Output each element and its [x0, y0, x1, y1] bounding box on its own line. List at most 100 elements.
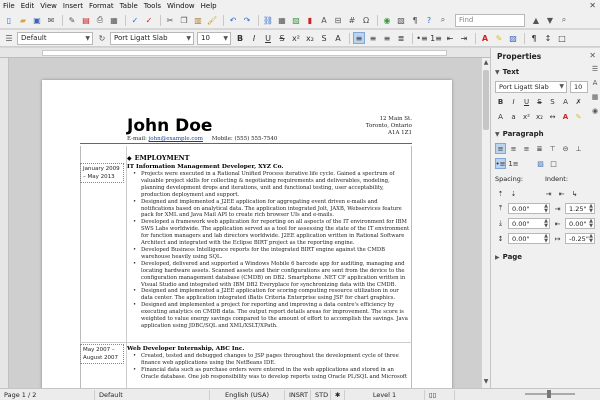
insert-mode-indicator[interactable]: INSRT: [285, 389, 311, 400]
close-document-icon[interactable]: ✕: [589, 1, 596, 10]
strikethrough-icon[interactable]: S: [534, 96, 545, 107]
paragraph-section-header[interactable]: ▼ Paragraph: [491, 127, 600, 141]
page-style-indicator[interactable]: Default: [95, 389, 210, 400]
spin-arrows-icon[interactable]: ▲ ▼: [544, 204, 548, 214]
highlight-icon[interactable]: ✎: [573, 111, 584, 122]
outline-icon[interactable]: A: [560, 96, 571, 107]
font-size-select[interactable]: 10 ▼: [197, 31, 231, 45]
align-center-icon[interactable]: ≡: [508, 143, 519, 154]
menu-edit[interactable]: Edit: [21, 2, 35, 10]
update-style-icon[interactable]: ↻: [96, 32, 108, 44]
subscript-icon[interactable]: x₂: [534, 111, 545, 122]
find-next-icon[interactable]: ▼: [544, 14, 556, 26]
clone-formatting-icon[interactable]: 🖌: [206, 14, 218, 26]
font-name-select[interactable]: Port Ligatt Slab ▼: [110, 31, 194, 45]
spellcheck-icon[interactable]: ✓: [129, 14, 141, 26]
first-line-input[interactable]: -0.25" ▲ ▼: [565, 233, 595, 244]
page-section-header[interactable]: ▶ Page: [491, 250, 600, 264]
find-previous-icon[interactable]: ▲: [530, 14, 542, 26]
scroll-up-icon[interactable]: ▲: [482, 59, 490, 67]
increase-font-icon[interactable]: A: [495, 111, 506, 122]
font-color-icon[interactable]: A: [560, 111, 571, 122]
spin-arrows-icon[interactable]: ▲ ▼: [589, 204, 593, 214]
line-spacing-input[interactable]: 0.00" ▲ ▼: [508, 233, 550, 244]
char-spacing-icon[interactable]: ↔: [547, 111, 558, 122]
print-icon[interactable]: ⎙: [94, 14, 106, 26]
text-section-header[interactable]: ▼ Text: [491, 65, 600, 79]
save-icon[interactable]: ▣: [31, 14, 43, 26]
email-icon[interactable]: ✉: [45, 14, 57, 26]
chart-icon[interactable]: ▮: [304, 14, 316, 26]
paragraph-icon[interactable]: ¶: [528, 32, 540, 44]
decrease-indent-icon[interactable]: ⇤: [444, 32, 456, 44]
align-left-icon[interactable]: ≡: [495, 143, 506, 154]
align-right-icon[interactable]: ≡: [521, 143, 532, 154]
align-right-icon[interactable]: ≡: [381, 32, 393, 44]
special-character-icon[interactable]: Ω: [360, 14, 372, 26]
menu-view[interactable]: View: [40, 2, 57, 10]
document-canvas[interactable]: John Doe 12 Main St. Toronto, Ontario A1…: [9, 58, 481, 388]
spacing-above-input[interactable]: 0.00" ▲ ▼: [508, 203, 550, 214]
properties-tab-icon[interactable]: ☰: [590, 63, 600, 75]
decrease-font-icon[interactable]: a: [508, 111, 519, 122]
italic-icon[interactable]: I: [248, 32, 260, 44]
indent-after-input[interactable]: 0.00" ▲ ▼: [565, 218, 595, 229]
background-color-icon[interactable]: ▨: [535, 158, 546, 169]
border-icon[interactable]: □: [556, 32, 568, 44]
copy-icon[interactable]: ❐: [178, 14, 190, 26]
spacing-below-input[interactable]: 0.00" ▲ ▼: [508, 218, 550, 229]
horizontal-ruler[interactable]: [0, 48, 490, 58]
formatting-marks-icon[interactable]: ¶: [409, 14, 421, 26]
increase-indent-icon[interactable]: ⇥: [543, 188, 554, 199]
zoom-icon[interactable]: ⌕: [437, 14, 449, 26]
menu-format[interactable]: Format: [89, 2, 114, 10]
align-top-icon[interactable]: ⊤: [547, 143, 558, 154]
paragraph-style-select[interactable]: Default ▼: [17, 31, 93, 45]
cut-icon[interactable]: ✂: [164, 14, 176, 26]
gallery-icon[interactable]: ▧: [395, 14, 407, 26]
table-icon[interactable]: ▦: [276, 14, 288, 26]
styles-icon[interactable]: ☰: [3, 32, 15, 44]
hanging-indent-icon[interactable]: ↳: [569, 188, 580, 199]
vertical-scrollbar[interactable]: ▲ ▼: [481, 58, 490, 388]
print-preview-icon[interactable]: ▦: [108, 14, 120, 26]
line-spacing-icon[interactable]: ↕: [542, 32, 554, 44]
menu-insert[interactable]: Insert: [63, 2, 83, 10]
clear-formatting-icon[interactable]: ✗: [573, 96, 584, 107]
scroll-down-icon[interactable]: ▼: [482, 378, 490, 386]
page-break-icon[interactable]: ⊟: [332, 14, 344, 26]
image-icon[interactable]: ▨: [290, 14, 302, 26]
superscript-icon[interactable]: x²: [290, 32, 302, 44]
align-left-icon[interactable]: ≡: [353, 32, 365, 44]
view-layout-icon[interactable]: ▯▯: [425, 389, 455, 400]
spin-arrows-icon[interactable]: ▲ ▼: [544, 219, 548, 229]
sidebar-font-select[interactable]: Port Ligatt Slab ▼: [495, 80, 567, 93]
find-input[interactable]: Find: [455, 14, 525, 27]
decrease-indent-icon[interactable]: ⇤: [556, 188, 567, 199]
close-sidebar-icon[interactable]: ✕: [589, 51, 596, 60]
redo-icon[interactable]: ↷: [241, 14, 253, 26]
menu-file[interactable]: File: [3, 2, 15, 10]
shadow-icon[interactable]: S: [318, 32, 330, 44]
outline-font-icon[interactable]: A: [332, 32, 344, 44]
paste-icon[interactable]: ▥: [192, 14, 204, 26]
email-link[interactable]: john@example.com: [149, 136, 203, 142]
field-icon[interactable]: #: [346, 14, 358, 26]
spin-arrows-icon[interactable]: ▲ ▼: [544, 234, 548, 244]
navigator-tab-icon[interactable]: ◉: [590, 105, 600, 117]
autospell-icon[interactable]: ✓: [143, 14, 155, 26]
open-folder-icon[interactable]: ▰: [17, 14, 29, 26]
scrollbar-thumb[interactable]: [483, 70, 489, 130]
text-box-icon[interactable]: A: [318, 14, 330, 26]
navigator-icon[interactable]: ◉: [381, 14, 393, 26]
selection-mode-indicator[interactable]: STD: [311, 389, 331, 400]
italic-icon[interactable]: I: [508, 96, 519, 107]
styles-tab-icon[interactable]: A: [590, 77, 600, 89]
highlight-icon[interactable]: ✎: [493, 32, 505, 44]
bold-icon[interactable]: B: [234, 32, 246, 44]
justify-icon[interactable]: ≣: [534, 143, 545, 154]
find-replace-icon[interactable]: ⌕: [558, 14, 570, 26]
bold-icon[interactable]: B: [495, 96, 506, 107]
indent-before-input[interactable]: 1.25" ▲ ▼: [565, 203, 595, 214]
underline-icon[interactable]: U: [521, 96, 532, 107]
